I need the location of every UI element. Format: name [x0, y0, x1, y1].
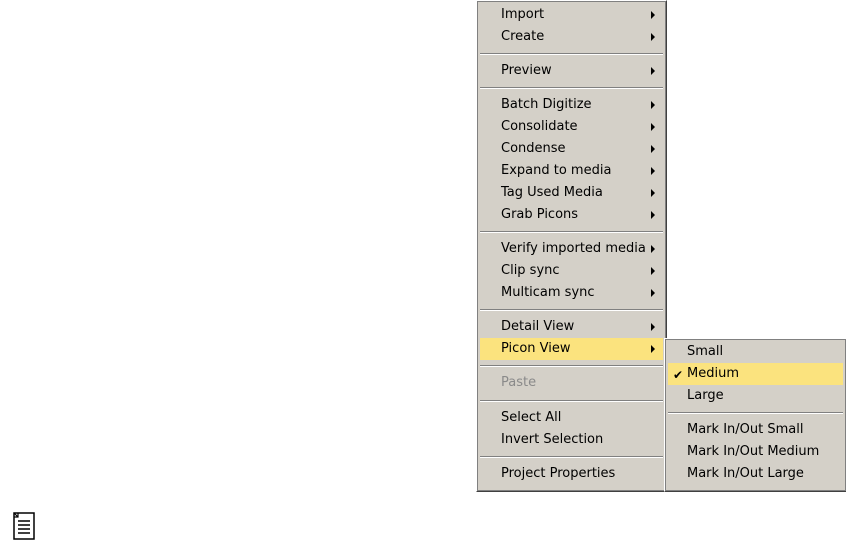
menu-separator	[668, 412, 843, 414]
submenu-arrow-icon	[651, 211, 655, 219]
note-icon	[13, 512, 35, 540]
menu-item-label: Multicam sync	[501, 285, 595, 300]
menu-item-label: Preview	[501, 63, 552, 78]
menu-item-label: Select All	[501, 410, 562, 425]
menu-item-label: Small	[687, 344, 724, 359]
submenu-item-mark-in-out-small[interactable]: Mark In/Out Small	[668, 419, 843, 441]
submenu-item-mark-in-out-medium[interactable]: Mark In/Out Medium	[668, 441, 843, 463]
menu-item-create[interactable]: Create	[480, 26, 663, 48]
menu-item-label: Paste	[501, 375, 537, 390]
menu-item-label: Tag Used Media	[501, 185, 603, 200]
menu-item-label: Medium	[687, 366, 739, 381]
menu-separator	[480, 231, 663, 233]
submenu-arrow-icon	[651, 33, 655, 41]
menu-item-label: Mark In/Out Large	[687, 466, 804, 481]
context-menu: Import Create Preview Batch Digitize Con…	[476, 0, 667, 492]
submenu-arrow-icon	[651, 101, 655, 109]
submenu-arrow-icon	[651, 267, 655, 275]
menu-item-multicam-sync[interactable]: Multicam sync	[480, 282, 663, 304]
menu-item-batch-digitize[interactable]: Batch Digitize	[480, 94, 663, 116]
menu-separator	[480, 309, 663, 311]
submenu-arrow-icon	[651, 189, 655, 197]
submenu-item-mark-in-out-large[interactable]: Mark In/Out Large	[668, 463, 843, 485]
menu-item-label: Import	[501, 7, 545, 22]
menu-item-import[interactable]: Import	[480, 4, 663, 26]
menu-item-select-all[interactable]: Select All	[480, 407, 663, 429]
submenu-arrow-icon	[651, 11, 655, 19]
menu-item-paste[interactable]: Paste	[480, 372, 663, 394]
menu-item-project-properties[interactable]: Project Properties	[480, 463, 663, 485]
menu-item-label: Invert Selection	[501, 432, 604, 447]
menu-item-label: Large	[687, 388, 724, 403]
menu-item-picon-view[interactable]: Picon View	[480, 338, 663, 360]
checkmark-icon: ✔	[673, 368, 684, 382]
submenu-item-medium[interactable]: ✔ Medium	[668, 363, 843, 385]
menu-item-label: Clip sync	[501, 263, 560, 278]
menu-item-preview[interactable]: Preview	[480, 60, 663, 82]
submenu-arrow-icon	[651, 67, 655, 75]
menu-item-label: Create	[501, 29, 545, 44]
menu-item-label: Consolidate	[501, 119, 578, 134]
menu-item-label: Detail View	[501, 319, 575, 334]
menu-item-label: Expand to media	[501, 163, 612, 178]
menu-item-label: Mark In/Out Small	[687, 422, 804, 437]
picon-view-submenu: Small ✔ Medium Large Mark In/Out Small M…	[664, 338, 846, 492]
menu-separator	[480, 87, 663, 89]
menu-item-expand-to-media[interactable]: Expand to media	[480, 160, 663, 182]
menu-item-label: Picon View	[501, 341, 571, 356]
menu-item-condense[interactable]: Condense	[480, 138, 663, 160]
menu-separator	[480, 456, 663, 458]
menu-item-consolidate[interactable]: Consolidate	[480, 116, 663, 138]
menu-separator	[480, 400, 663, 402]
submenu-arrow-icon	[651, 245, 655, 253]
submenu-arrow-icon	[651, 123, 655, 131]
menu-item-grab-picons[interactable]: Grab Picons	[480, 204, 663, 226]
submenu-arrow-icon	[651, 145, 655, 153]
submenu-arrow-icon	[651, 289, 655, 297]
menu-item-label: Verify imported media	[501, 241, 646, 256]
submenu-arrow-icon	[651, 345, 655, 353]
menu-item-label: Grab Picons	[501, 207, 579, 222]
menu-item-detail-view[interactable]: Detail View	[480, 316, 663, 338]
menu-separator	[480, 53, 663, 55]
menu-item-tag-used-media[interactable]: Tag Used Media	[480, 182, 663, 204]
menu-item-label: Batch Digitize	[501, 97, 592, 112]
menu-item-label: Condense	[501, 141, 566, 156]
menu-item-label: Project Properties	[501, 466, 616, 481]
submenu-item-large[interactable]: Large	[668, 385, 843, 407]
menu-item-label: Mark In/Out Medium	[687, 444, 820, 459]
menu-item-invert-selection[interactable]: Invert Selection	[480, 429, 663, 451]
menu-item-clip-sync[interactable]: Clip sync	[480, 260, 663, 282]
submenu-item-small[interactable]: Small	[668, 341, 843, 363]
menu-separator	[480, 365, 663, 367]
menu-item-verify-imported-media[interactable]: Verify imported media	[480, 238, 663, 260]
submenu-arrow-icon	[651, 323, 655, 331]
submenu-arrow-icon	[651, 167, 655, 175]
